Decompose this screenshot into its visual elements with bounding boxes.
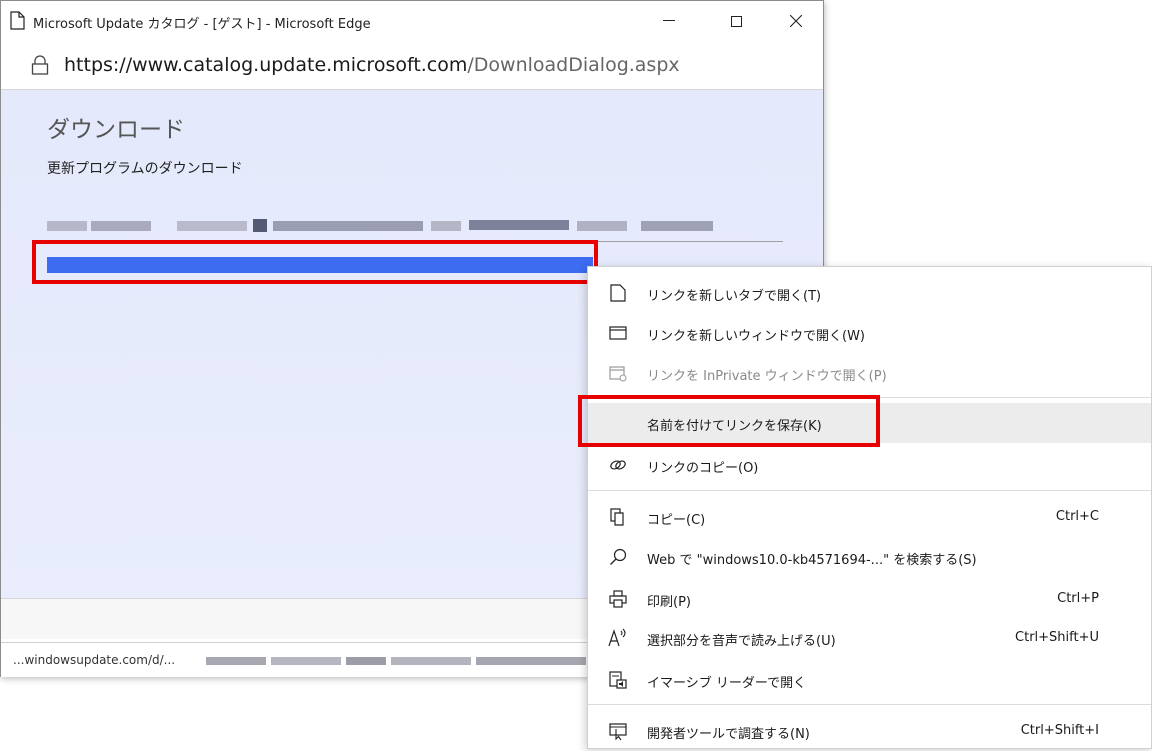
url-host: https://www.catalog.update.microsoft.com bbox=[64, 54, 468, 76]
menu-separator bbox=[588, 704, 1151, 705]
read-aloud-icon bbox=[608, 628, 626, 647]
menu-item-web-search[interactable]: Web で "windows10.0-kb4571694-..." を検索する(… bbox=[588, 537, 1151, 577]
menu-item-open-inprivate: リンクを InPrivate ウィンドウで開く(P) bbox=[588, 353, 1151, 393]
menu-item-copy[interactable]: コピー(C) Ctrl+C bbox=[588, 497, 1151, 537]
menu-item-immersive-reader[interactable]: イマーシブ リーダーで開く bbox=[588, 660, 1151, 700]
search-icon bbox=[610, 548, 627, 565]
minimize-button[interactable] bbox=[646, 1, 692, 41]
menu-item-open-new-window[interactable]: リンクを新しいウィンドウで開く(W) bbox=[588, 313, 1151, 353]
title-bar[interactable]: Microsoft Update カタログ - [ゲスト] - Microsof… bbox=[1, 1, 823, 41]
close-button[interactable] bbox=[773, 1, 819, 41]
link-icon bbox=[610, 460, 626, 470]
address-bar[interactable]: https://www.catalog.update.microsoft.com… bbox=[1, 41, 823, 90]
menu-item-print[interactable]: 印刷(P) Ctrl+P bbox=[588, 579, 1151, 619]
menu-item-inspect[interactable]: 開発者ツールで調査する(N) Ctrl+Shift+I bbox=[588, 711, 1151, 751]
page-icon bbox=[10, 11, 25, 30]
status-bar: ...windowsupdate.com/d/... bbox=[1, 642, 601, 677]
minimize-icon bbox=[663, 20, 675, 21]
inprivate-icon bbox=[609, 366, 627, 382]
page-subtitle: 更新プログラムのダウンロード bbox=[47, 161, 243, 177]
close-icon bbox=[790, 15, 802, 27]
highlight-box-link bbox=[32, 240, 598, 284]
menu-item-read-aloud[interactable]: 選択部分を音声で読み上げる(U) Ctrl+Shift+U bbox=[588, 618, 1151, 658]
new-tab-icon bbox=[610, 284, 626, 302]
menu-item-copy-link[interactable]: リンクのコピー(O) bbox=[588, 445, 1151, 485]
print-icon bbox=[609, 590, 627, 608]
lock-icon[interactable] bbox=[31, 55, 49, 75]
new-window-icon bbox=[609, 326, 627, 340]
maximize-icon bbox=[730, 15, 742, 27]
copy-icon bbox=[610, 508, 624, 526]
immersive-reader-icon bbox=[609, 671, 627, 689]
menu-item-open-new-tab[interactable]: リンクを新しいタブで開く(T) bbox=[588, 273, 1151, 313]
highlight-box-save-link bbox=[578, 395, 880, 447]
context-menu: リンクを新しいタブで開く(T) リンクを新しいウィンドウで開く(W) リンクを … bbox=[587, 266, 1152, 749]
page-title: ダウンロード bbox=[47, 117, 185, 143]
menu-separator bbox=[588, 490, 1151, 491]
window-title: Microsoft Update カタログ - [ゲスト] - Microsof… bbox=[33, 17, 371, 32]
maximize-button[interactable] bbox=[713, 1, 759, 41]
url-field[interactable]: https://www.catalog.update.microsoft.com… bbox=[64, 54, 680, 76]
url-path: /DownloadDialog.aspx bbox=[467, 54, 680, 76]
devtools-icon bbox=[609, 723, 627, 741]
status-url: ...windowsupdate.com/d/... bbox=[13, 653, 176, 667]
